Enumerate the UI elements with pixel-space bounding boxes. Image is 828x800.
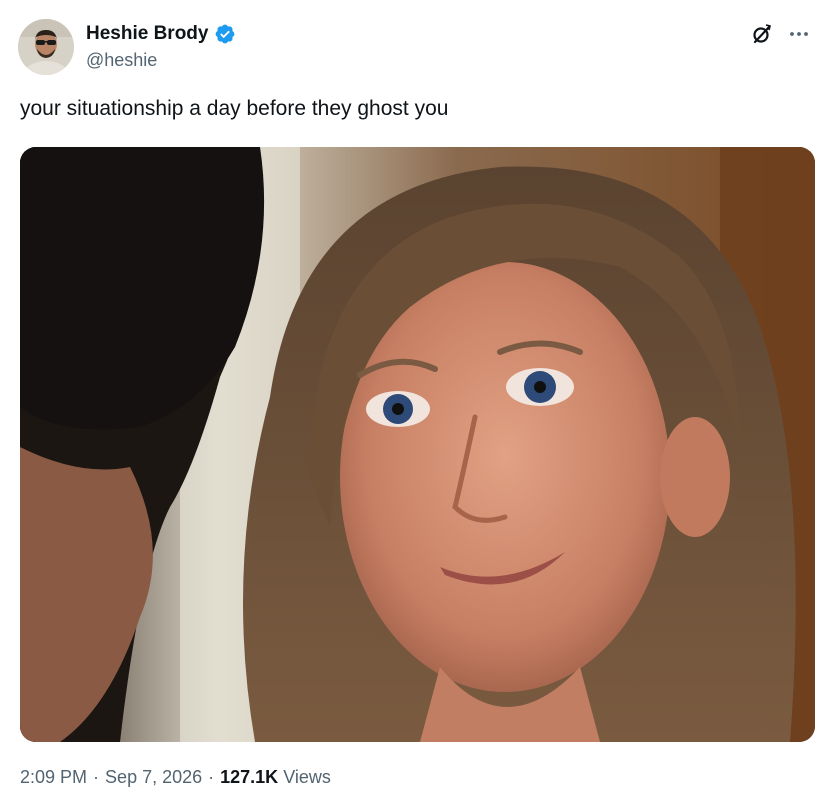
verified-badge-icon[interactable] [214,23,236,45]
avatar[interactable] [18,19,74,75]
tweet-meta: 2:09 PM · Sep 7, 2026 · 127.1K Views [20,765,331,789]
tweet-top-actions [750,22,810,46]
tweet-media-image[interactable] [20,147,815,742]
tweet-header: Heshie Brody @heshie [18,18,236,76]
name-row: Heshie Brody [86,22,236,46]
avatar-image [18,19,74,75]
author-handle[interactable]: @heshie [86,48,236,72]
tweet-card: Heshie Brody @heshie your situationship … [0,0,828,800]
meta-separator: · [93,767,100,787]
tweet-text: your situationship a day before they gho… [20,97,449,120]
tweet-time[interactable]: 2:09 PM [20,765,87,789]
meta-separator: · [208,767,215,787]
tweet-date[interactable]: Sep 7, 2026 [105,765,202,789]
author-names: Heshie Brody @heshie [86,22,236,72]
movie-still-photo [20,147,815,742]
grok-icon[interactable] [750,22,774,46]
views-count[interactable]: 127.1K [220,765,278,789]
more-options-icon[interactable] [788,23,810,45]
author-display-name[interactable]: Heshie Brody [86,22,208,46]
views-label: Views [283,767,331,787]
